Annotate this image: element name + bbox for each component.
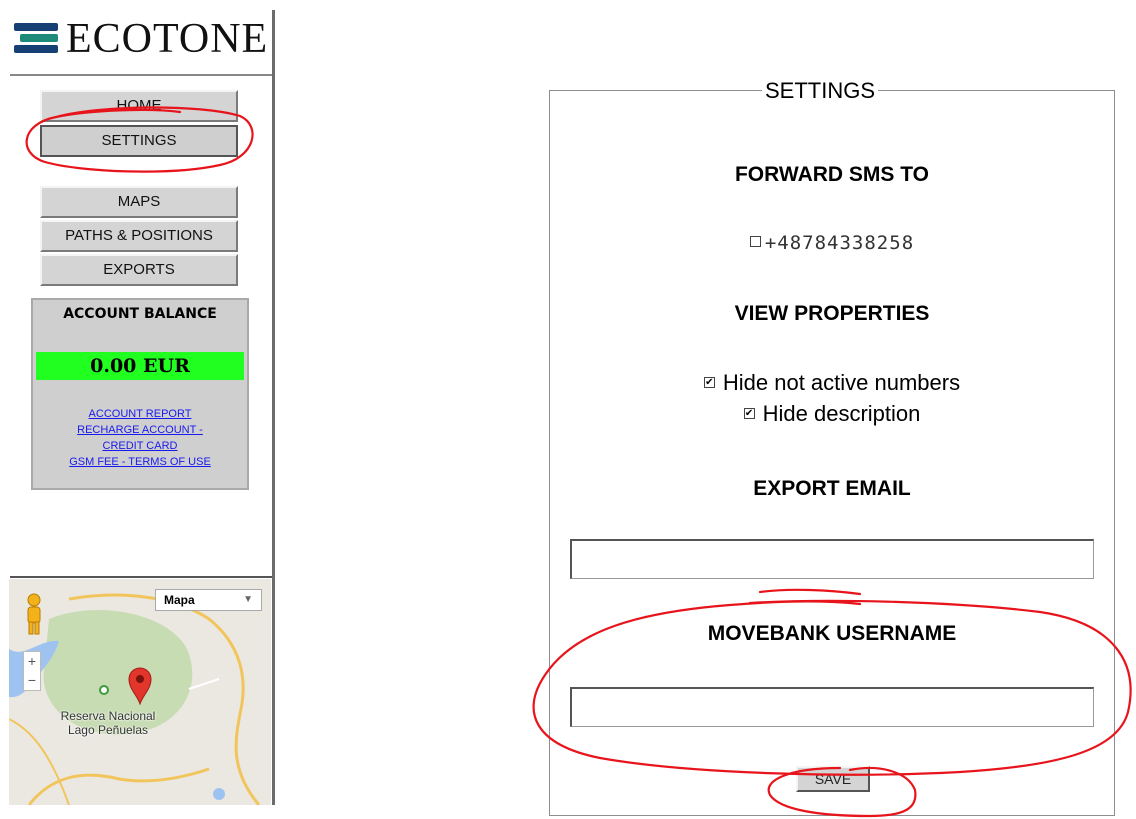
export-email-heading: EXPORT EMAIL [753, 477, 911, 500]
hide-description-checkbox[interactable]: ✔ [743, 407, 755, 419]
nav-paths-positions-button[interactable]: PATHS & POSITIONS [40, 220, 238, 252]
recharge-account-link[interactable]: RECHARGE ACCOUNT - [33, 424, 247, 436]
nav-home-button[interactable]: HOME [40, 90, 238, 122]
movebank-username-input[interactable] [570, 687, 1094, 727]
nav-settings-button[interactable]: SETTINGS [40, 125, 238, 157]
movebank-username-heading: MOVEBANK USERNAME [707, 622, 957, 645]
recharge-credit-card-link[interactable]: CREDIT CARD [33, 440, 247, 452]
sidebar-border [272, 10, 275, 805]
forward-sms-heading: FORWARD SMS TO [734, 163, 930, 186]
hide-not-active-numbers-label: Hide not active numbers [722, 370, 961, 395]
hide-not-active-numbers-checkbox[interactable]: ✔ [703, 376, 715, 388]
logo[interactable]: ECOTONE [14, 18, 268, 60]
chevron-down-icon: ▼ [243, 594, 253, 605]
hide-numbers-row: ✔ Hide not active numbers [550, 370, 1114, 396]
map-place-label: Reserva Nacional Lago Peñuelas [60, 709, 156, 737]
nav-maps-button[interactable]: MAPS [40, 186, 238, 218]
map-zoom-control: + − [23, 651, 41, 691]
view-properties-heading: VIEW PROPERTIES [734, 302, 930, 325]
account-balance-title: ACCOUNT BALANCE [63, 306, 217, 322]
map-type-value: Mapa [164, 593, 195, 607]
account-report-link[interactable]: ACCOUNT REPORT [33, 408, 247, 420]
street-view-pegman-icon[interactable] [23, 593, 45, 635]
ecotone-logo-icon [14, 19, 62, 59]
forward-phone-checkbox[interactable] [749, 236, 761, 247]
map-type-select[interactable]: Mapa ▼ [155, 589, 262, 611]
divider [10, 576, 272, 578]
export-email-input[interactable] [570, 539, 1094, 579]
divider [10, 74, 272, 76]
sidebar: ECOTONE HOME SETTINGS MAPS PATHS & POSIT… [0, 0, 275, 819]
save-button[interactable]: SAVE [796, 766, 870, 792]
zoom-out-button[interactable]: − [24, 671, 40, 690]
hide-description-label: Hide description [762, 401, 921, 426]
settings-legend: SETTINGS [762, 78, 879, 104]
nav-exports-button[interactable]: EXPORTS [40, 254, 238, 286]
gsm-fee-terms-link[interactable]: GSM FEE - TERMS OF USE [33, 456, 247, 468]
account-balance-value: 0.00 EUR [36, 352, 244, 380]
mini-map[interactable]: + − Mapa ▼ Reserva Nacional Lago Peñuela… [9, 579, 271, 805]
account-balance-panel: ACCOUNT BALANCE 0.00 EUR ACCOUNT REPORT … [31, 298, 249, 490]
settings-fieldset: SETTINGS FORWARD SMS TO +48784338258 VIE… [549, 78, 1115, 816]
map-pin-icon[interactable] [127, 667, 153, 705]
logo-text: ECOTONE [66, 16, 269, 62]
forward-phone-number: +48784338258 [764, 232, 915, 254]
hide-description-row: ✔ Hide description [550, 401, 1114, 427]
zoom-in-button[interactable]: + [24, 652, 40, 671]
forward-phone-row: +48784338258 [550, 232, 1114, 254]
